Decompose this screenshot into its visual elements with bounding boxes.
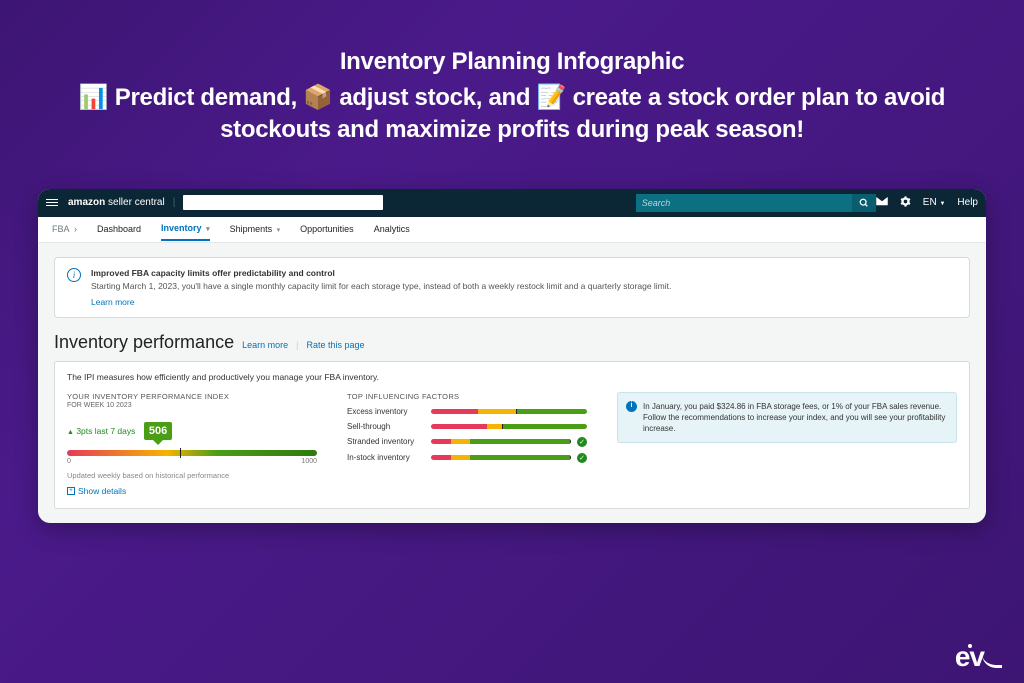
breadcrumb[interactable]: FBA › xyxy=(52,224,77,234)
brand-logo[interactable]: amazon seller central xyxy=(68,197,165,208)
ipi-panel: The IPI measures how efficiently and pro… xyxy=(54,361,970,509)
language-toggle[interactable]: EN ▼ xyxy=(923,197,946,208)
factor-in-stock-inventory[interactable]: In-stock inventory ✓ xyxy=(347,453,587,463)
eva-logo: ev xyxy=(955,641,1002,673)
banner-description: Starting March 1, 2023, you'll have a si… xyxy=(91,281,957,293)
factor-excess-inventory[interactable]: Excess inventory xyxy=(347,407,587,416)
factor-label: In-stock inventory xyxy=(347,453,425,462)
scale-max: 1000 xyxy=(301,458,317,465)
factor-label: Stranded inventory xyxy=(347,437,425,446)
nav-tabs: FBA › Dashboard Inventory ▾ Shipments ▾ … xyxy=(38,217,986,243)
ipi-intro: The IPI measures how efficiently and pro… xyxy=(67,372,957,382)
check-icon: ✓ xyxy=(577,437,587,447)
marketplace-selector[interactable] xyxy=(183,195,383,210)
ipi-threshold-marker xyxy=(180,448,181,458)
tab-inventory[interactable]: Inventory ▾ xyxy=(161,217,210,241)
mail-icon[interactable] xyxy=(876,196,888,209)
recommendation-text: In January, you paid $324.86 in FBA stor… xyxy=(643,401,948,435)
main-content: i Improved FBA capacity limits offer pre… xyxy=(38,243,986,523)
factor-sell-through[interactable]: Sell-through xyxy=(347,422,587,431)
chevron-down-icon: ▾ xyxy=(206,226,210,233)
factor-label: Sell-through xyxy=(347,422,425,431)
ipi-delta: ▲ 3pts last 7 days xyxy=(67,426,135,436)
expand-icon: + xyxy=(67,487,75,495)
help-link[interactable]: Help xyxy=(957,197,978,208)
ipi-gauge: 0 1000 xyxy=(67,450,317,465)
up-arrow-icon: ▲ xyxy=(67,429,74,436)
factor-label: Excess inventory xyxy=(347,407,425,416)
ipi-week: FOR WEEK 10 2023 xyxy=(67,402,317,409)
check-icon: ✓ xyxy=(577,453,587,463)
recommendation-column: i In January, you paid $324.86 in FBA st… xyxy=(617,392,957,496)
dashboard-screenshot: amazon seller central | EN ▼ Help FBA › … xyxy=(38,189,986,523)
factors-column: TOP INFLUENCING FACTORS Excess inventory… xyxy=(347,392,587,496)
search-button[interactable] xyxy=(852,194,876,212)
hamburger-menu-icon[interactable] xyxy=(46,199,58,206)
search-input[interactable] xyxy=(636,194,852,212)
info-icon: i xyxy=(67,268,81,282)
tab-dashboard[interactable]: Dashboard xyxy=(97,218,141,240)
chevron-down-icon: ▾ xyxy=(277,227,281,234)
tab-opportunities[interactable]: Opportunities xyxy=(300,218,354,240)
scale-min: 0 xyxy=(67,458,71,465)
global-topbar: amazon seller central | EN ▼ Help xyxy=(38,189,986,217)
brand-primary: amazon xyxy=(68,197,105,208)
headline-title: Inventory Planning Infographic xyxy=(60,48,964,76)
banner-learn-more-link[interactable]: Learn more xyxy=(91,297,134,307)
info-icon: i xyxy=(626,401,637,412)
recommendation-box: i In January, you paid $324.86 in FBA st… xyxy=(617,392,957,444)
show-details-toggle[interactable]: + Show details xyxy=(67,486,317,496)
search-icon xyxy=(859,198,869,208)
factors-header: TOP INFLUENCING FACTORS xyxy=(347,392,587,401)
gear-icon[interactable] xyxy=(900,196,911,210)
global-search[interactable] xyxy=(636,194,876,212)
ipi-header: YOUR INVENTORY PERFORMANCE INDEX xyxy=(67,392,317,401)
rate-page-link[interactable]: Rate this page xyxy=(306,340,364,350)
factor-stranded-inventory[interactable]: Stranded inventory ✓ xyxy=(347,437,587,447)
page-title-row: Inventory performance Learn more | Rate … xyxy=(54,332,970,353)
tab-shipments[interactable]: Shipments ▾ xyxy=(230,218,281,240)
page-title: Inventory performance xyxy=(54,332,234,353)
banner-title: Improved FBA capacity limits offer predi… xyxy=(91,268,957,278)
tab-analytics[interactable]: Analytics xyxy=(374,218,410,240)
brand-secondary: seller central xyxy=(108,197,165,208)
ipi-note: Updated weekly based on historical perfo… xyxy=(67,471,317,480)
brand-divider: | xyxy=(173,197,176,208)
headline-block: Inventory Planning Infographic 📊 Predict… xyxy=(0,0,1024,147)
ipi-column: YOUR INVENTORY PERFORMANCE INDEX FOR WEE… xyxy=(67,392,317,496)
info-banner: i Improved FBA capacity limits offer pre… xyxy=(54,257,970,318)
learn-more-link[interactable]: Learn more xyxy=(242,340,288,350)
ipi-score-badge: 506 xyxy=(144,422,172,440)
headline-subtitle: 📊 Predict demand, 📦 adjust stock, and 📝 … xyxy=(60,82,964,147)
divider: | xyxy=(296,340,298,350)
